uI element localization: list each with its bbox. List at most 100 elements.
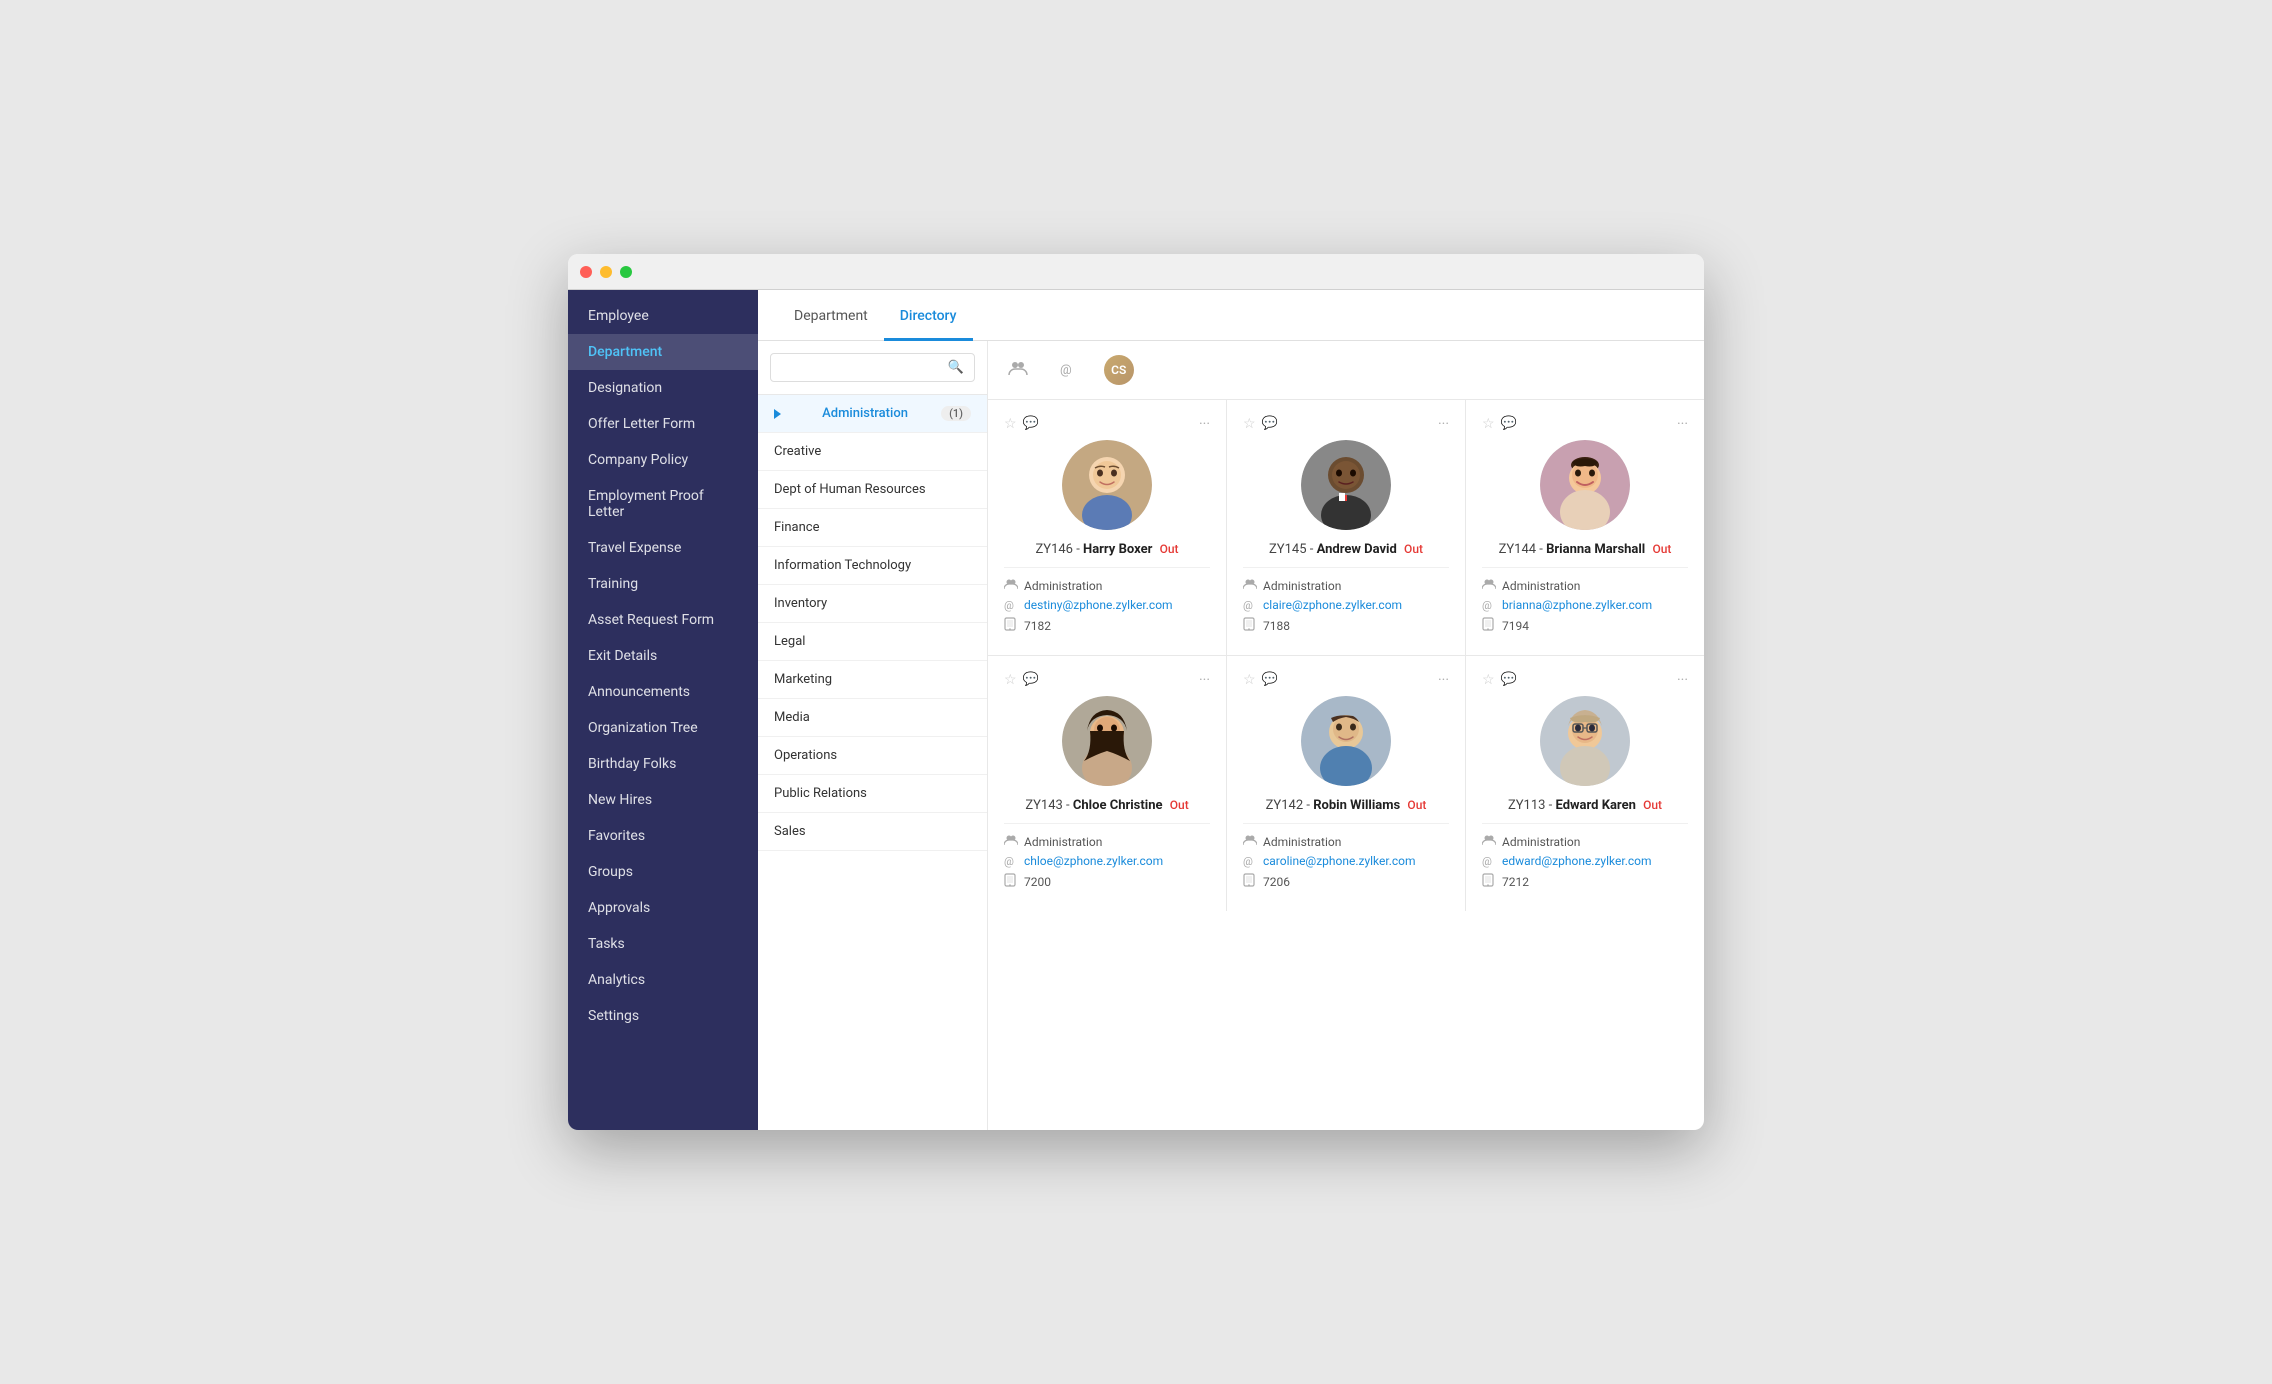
avatar-container: [1482, 440, 1688, 530]
sidebar-item-employee[interactable]: Employee: [568, 298, 758, 334]
sidebar-item-tasks[interactable]: Tasks: [568, 926, 758, 962]
employee-avatar[interactable]: [1062, 696, 1152, 786]
employee-id-name: ZY144 - Brianna Marshall Out: [1482, 542, 1688, 557]
employee-id-name: ZY142 - Robin Williams Out: [1243, 798, 1449, 813]
chat-icon[interactable]: 💬: [1023, 416, 1039, 432]
sidebar-item-birthday-folks[interactable]: Birthday Folks: [568, 746, 758, 782]
employee-email[interactable]: caroline@zphone.zylker.com: [1263, 854, 1416, 868]
chat-icon[interactable]: 💬: [1501, 672, 1517, 688]
employee-phone: 7188: [1263, 619, 1290, 633]
employee-avatar[interactable]: [1301, 440, 1391, 530]
dept-item-label: Creative: [774, 444, 821, 459]
app-window: EmployeeDepartmentDesignationOffer Lette…: [568, 254, 1704, 1130]
directory-panel: @ CS ☆ 💬 ··: [988, 341, 1704, 1130]
close-button[interactable]: [580, 266, 592, 278]
manager-avatar: CS: [1104, 355, 1134, 385]
employee-avatar[interactable]: [1301, 696, 1391, 786]
dept-item-marketing[interactable]: Marketing: [758, 661, 987, 699]
maximize-button[interactable]: [620, 266, 632, 278]
dept-item-label: Dept of Human Resources: [774, 482, 926, 497]
more-options-icon[interactable]: ···: [1199, 416, 1210, 432]
sidebar-item-employment-proof-letter[interactable]: Employment Proof Letter: [568, 478, 758, 530]
dept-item-sales[interactable]: Sales: [758, 813, 987, 851]
employee-avatar[interactable]: [1062, 440, 1152, 530]
dept-item-public-relations[interactable]: Public Relations: [758, 775, 987, 813]
employee-name[interactable]: Chloe Christine: [1073, 798, 1163, 813]
card-info: Administration @ destiny@zphone.zylker.c…: [1004, 578, 1210, 634]
card-top: ☆ 💬 ···: [1482, 416, 1688, 432]
tab-department[interactable]: Department: [778, 290, 884, 341]
card-info: Administration @ edward@zphone.zylker.co…: [1482, 834, 1688, 890]
dept-item-operations[interactable]: Operations: [758, 737, 987, 775]
dept-item-inventory[interactable]: Inventory: [758, 585, 987, 623]
more-options-icon[interactable]: ···: [1199, 672, 1210, 688]
status-badge: Out: [1643, 798, 1662, 812]
sidebar-item-travel-expense[interactable]: Travel Expense: [568, 530, 758, 566]
sidebar: EmployeeDepartmentDesignationOffer Lette…: [568, 290, 758, 1130]
star-icon[interactable]: ☆: [1243, 416, 1256, 432]
employee-avatar[interactable]: [1540, 440, 1630, 530]
sidebar-item-asset-request-form[interactable]: Asset Request Form: [568, 602, 758, 638]
sidebar-item-groups[interactable]: Groups: [568, 854, 758, 890]
star-icon[interactable]: ☆: [1004, 672, 1017, 688]
sidebar-item-offer-letter-form[interactable]: Offer Letter Form: [568, 406, 758, 442]
employee-dept: Administration: [1263, 835, 1341, 849]
dept-item-media[interactable]: Media: [758, 699, 987, 737]
sidebar-item-company-policy[interactable]: Company Policy: [568, 442, 758, 478]
sidebar-item-designation[interactable]: Designation: [568, 370, 758, 406]
department-items: Administration(1) Creative Dept of Human R…: [758, 395, 987, 851]
star-icon[interactable]: ☆: [1004, 416, 1017, 432]
search-wrapper[interactable]: 🔍: [770, 353, 975, 382]
sidebar-item-approvals[interactable]: Approvals: [568, 890, 758, 926]
email-icon: @: [1243, 855, 1257, 868]
more-options-icon[interactable]: ···: [1438, 672, 1449, 688]
dept-icon: [1004, 834, 1018, 849]
minimize-button[interactable]: [600, 266, 612, 278]
employee-email[interactable]: claire@zphone.zylker.com: [1263, 598, 1402, 612]
titlebar: [568, 254, 1704, 290]
sidebar-item-announcements[interactable]: Announcements: [568, 674, 758, 710]
card-top: ☆ 💬 ···: [1004, 416, 1210, 432]
tab-directory[interactable]: Directory: [884, 290, 973, 341]
employee-name[interactable]: Andrew David: [1317, 542, 1397, 557]
phone-icon: [1243, 873, 1257, 890]
sidebar-item-new-hires[interactable]: New Hires: [568, 782, 758, 818]
card-top: ☆ 💬 ···: [1243, 416, 1449, 432]
dept-item-creative[interactable]: Creative: [758, 433, 987, 471]
dept-item-dept-of-human-resources[interactable]: Dept of Human Resources: [758, 471, 987, 509]
chat-icon[interactable]: 💬: [1262, 672, 1278, 688]
employee-email[interactable]: brianna@zphone.zylker.com: [1502, 598, 1652, 612]
more-options-icon[interactable]: ···: [1677, 672, 1688, 688]
dept-item-administration[interactable]: Administration(1): [758, 395, 987, 433]
employee-name[interactable]: Robin Williams: [1313, 798, 1400, 813]
more-options-icon[interactable]: ···: [1438, 416, 1449, 432]
employee-name[interactable]: Brianna Marshall: [1546, 542, 1645, 557]
chat-icon[interactable]: 💬: [1262, 416, 1278, 432]
employee-email[interactable]: chloe@zphone.zylker.com: [1024, 854, 1163, 868]
phone-icon: [1004, 617, 1018, 634]
dept-item-information-technology[interactable]: Information Technology: [758, 547, 987, 585]
sidebar-item-analytics[interactable]: Analytics: [568, 962, 758, 998]
sidebar-item-training[interactable]: Training: [568, 566, 758, 602]
sidebar-item-organization-tree[interactable]: Organization Tree: [568, 710, 758, 746]
chat-icon[interactable]: 💬: [1501, 416, 1517, 432]
dept-row: Administration: [1482, 834, 1688, 849]
star-icon[interactable]: ☆: [1243, 672, 1256, 688]
more-options-icon[interactable]: ···: [1677, 416, 1688, 432]
employee-email[interactable]: destiny@zphone.zylker.com: [1024, 598, 1173, 612]
employee-name[interactable]: Harry Boxer: [1083, 542, 1152, 557]
sidebar-item-exit-details[interactable]: Exit Details: [568, 638, 758, 674]
employee-email[interactable]: edward@zphone.zylker.com: [1502, 854, 1652, 868]
dept-item-finance[interactable]: Finance: [758, 509, 987, 547]
sidebar-item-department[interactable]: Department: [568, 334, 758, 370]
search-input[interactable]: [781, 360, 942, 375]
employee-avatar[interactable]: [1540, 696, 1630, 786]
sidebar-item-settings[interactable]: Settings: [568, 998, 758, 1034]
chat-icon[interactable]: 💬: [1023, 672, 1039, 688]
star-icon[interactable]: ☆: [1482, 672, 1495, 688]
star-icon[interactable]: ☆: [1482, 416, 1495, 432]
employee-phone: 7206: [1263, 875, 1290, 889]
employee-name[interactable]: Edward Karen: [1556, 798, 1636, 813]
sidebar-item-favorites[interactable]: Favorites: [568, 818, 758, 854]
dept-item-legal[interactable]: Legal: [758, 623, 987, 661]
